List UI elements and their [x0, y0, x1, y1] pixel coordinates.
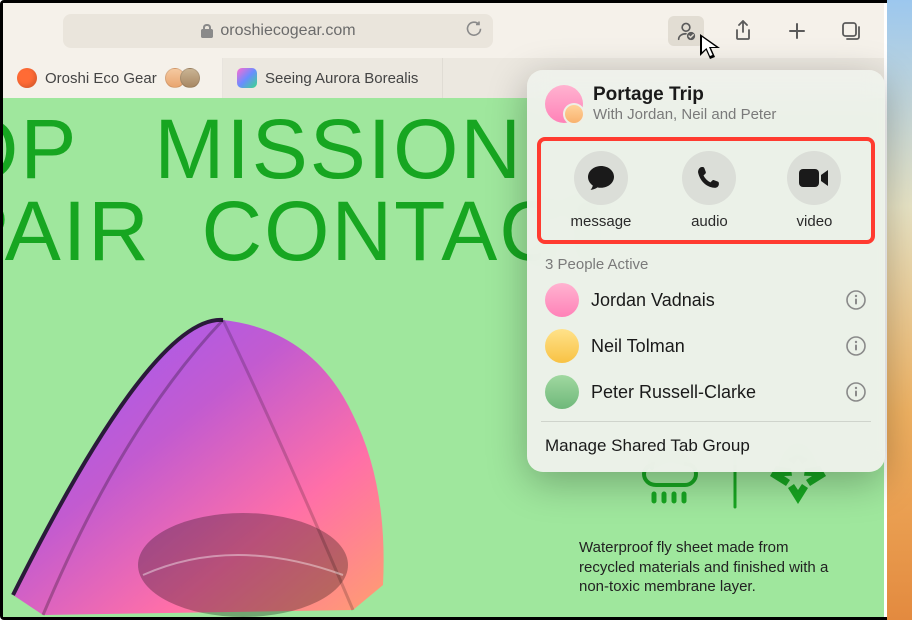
favicon-icon — [237, 68, 257, 88]
tab-oroshi[interactable]: Oroshi Eco Gear — [3, 58, 223, 98]
favicon-icon — [17, 68, 37, 88]
avatar-icon — [545, 375, 579, 409]
person-row[interactable]: Neil Tolman — [527, 323, 885, 369]
hero-heading: OP MISSION PAIR CONTACT — [3, 108, 615, 273]
reload-icon[interactable] — [465, 19, 483, 42]
phone-icon — [696, 165, 722, 191]
new-tab-button[interactable] — [782, 16, 812, 46]
tab-overview-button[interactable] — [836, 16, 866, 46]
address-url: oroshiecogear.com — [220, 22, 355, 40]
address-bar[interactable]: oroshiecogear.com — [63, 14, 493, 48]
toolbar: oroshiecogear.com — [3, 3, 884, 58]
contact-action-row: message audio video — [537, 137, 875, 244]
tab-label: Oroshi Eco Gear — [45, 70, 157, 87]
group-avatar-icon — [545, 85, 583, 123]
tent-image — [3, 275, 413, 617]
divider — [541, 421, 871, 422]
tab-aurora[interactable]: Seeing Aurora Borealis — [223, 58, 443, 98]
tab-participants-icon — [165, 68, 200, 88]
info-icon[interactable] — [845, 289, 867, 311]
video-button[interactable]: video — [787, 151, 841, 230]
video-icon — [798, 167, 830, 189]
feature-text: Waterproof fly sheet made from recycled … — [579, 538, 834, 597]
popover-title: Portage Trip — [593, 84, 776, 106]
avatar-icon — [545, 329, 579, 363]
info-icon[interactable] — [845, 381, 867, 403]
share-button[interactable] — [728, 16, 758, 46]
lock-icon — [200, 23, 214, 39]
popover-subtitle: With Jordan, Neil and Peter — [593, 106, 776, 123]
manage-shared-group-button[interactable]: Manage Shared Tab Group — [527, 428, 885, 466]
audio-button[interactable]: audio — [682, 151, 736, 230]
cursor-icon — [698, 32, 724, 62]
info-icon[interactable] — [845, 335, 867, 357]
active-count-label: 3 People Active — [527, 248, 885, 277]
tab-label: Seeing Aurora Borealis — [265, 70, 418, 87]
desktop-wallpaper-edge — [887, 0, 912, 620]
person-row[interactable]: Jordan Vadnais — [527, 277, 885, 323]
person-row[interactable]: Peter Russell-Clarke — [527, 369, 885, 415]
shared-group-popover: Portage Trip With Jordan, Neil and Peter… — [527, 70, 885, 472]
message-button[interactable]: message — [571, 151, 632, 230]
avatar-icon — [545, 283, 579, 317]
message-icon — [586, 164, 616, 192]
